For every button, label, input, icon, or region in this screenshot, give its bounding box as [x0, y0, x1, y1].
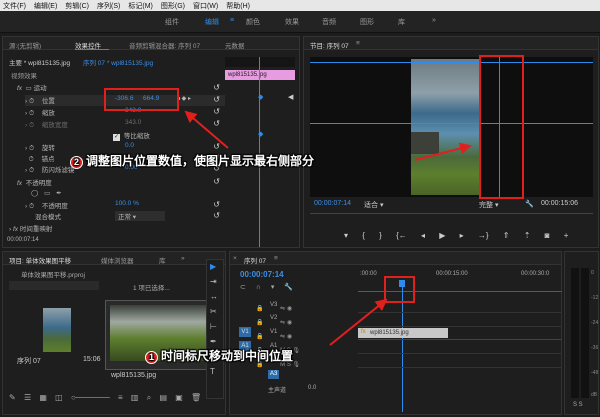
arrow-to-image-edge	[414, 142, 472, 161]
annotation-arrows	[184, 110, 472, 346]
callout-step-1: 1 时间标尺移动到中间位置	[145, 347, 293, 364]
callout-step-2: 2 调整图片位置数值，使图片显示最右侧部分	[70, 152, 314, 169]
arrow-to-playhead	[329, 298, 388, 346]
callout-1-text: 时间标尺移动到中间位置	[161, 349, 294, 363]
arrow-to-position	[184, 110, 229, 149]
callout-2-text: 调整图片位置数值，使图片显示最右侧部分	[86, 154, 315, 168]
callout-2-number: 2	[70, 156, 83, 169]
callout-1-number: 1	[145, 351, 158, 364]
